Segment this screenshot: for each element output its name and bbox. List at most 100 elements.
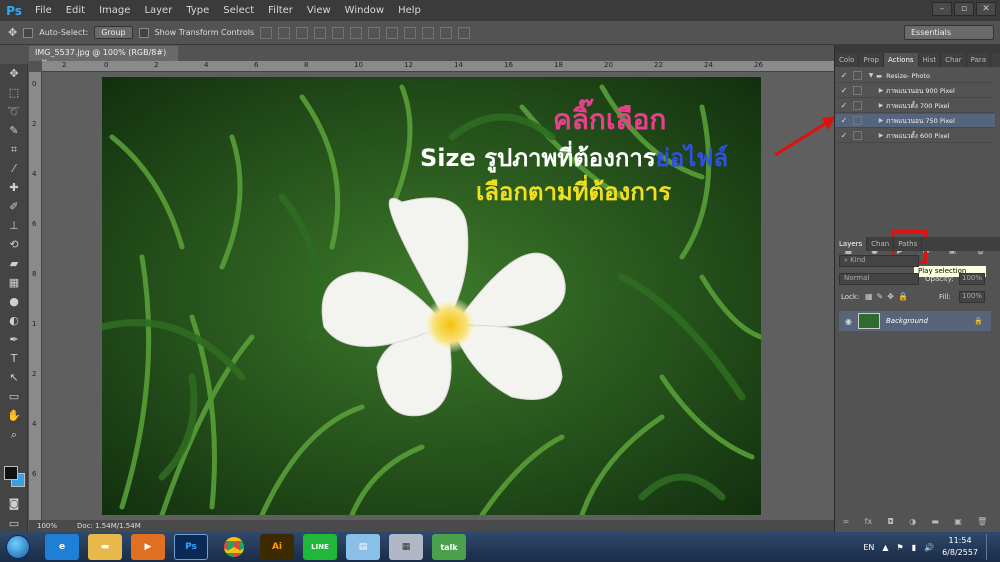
distribute-bottom-icon[interactable] (404, 26, 417, 39)
taskbar-illustrator[interactable]: Ai (260, 534, 294, 560)
tab-color[interactable]: Colo (835, 53, 860, 67)
filter-kind-dropdown[interactable]: ⌕ Kind (839, 255, 919, 267)
menu-file[interactable]: File (28, 0, 59, 21)
dialog-toggle-box[interactable] (853, 71, 862, 80)
show-desktop-button[interactable] (986, 534, 994, 560)
opacity-input[interactable]: 100% (959, 273, 985, 285)
taskbar-explorer[interactable]: ▬ (88, 534, 122, 560)
flag-icon[interactable]: ⚑ (897, 543, 904, 552)
blend-mode-dropdown[interactable]: Normal (839, 273, 919, 285)
document-tab[interactable]: IMG_5537.jpg @ 100% (RGB/8#) × (29, 46, 178, 66)
menu-layer[interactable]: Layer (137, 0, 179, 21)
tab-history[interactable]: Hist (919, 53, 942, 67)
fill-input[interactable]: 100% (959, 291, 985, 303)
eye-icon[interactable]: ◉ (845, 317, 852, 326)
menu-help[interactable]: Help (391, 0, 428, 21)
dialog-toggle-box[interactable] (853, 131, 862, 140)
dialog-toggle-box[interactable] (853, 101, 862, 110)
menu-view[interactable]: View (300, 0, 338, 21)
align-middle-icon[interactable] (278, 26, 291, 39)
align-center-icon[interactable] (332, 26, 345, 39)
auto-select-checkbox[interactable] (23, 27, 34, 38)
language-indicator[interactable]: EN (863, 543, 874, 552)
align-top-icon[interactable] (260, 26, 273, 39)
taskbar-notes[interactable]: ▤ (346, 534, 380, 560)
collapse-triangle-icon[interactable]: ▶ (876, 102, 886, 109)
align-bottom-icon[interactable] (296, 26, 309, 39)
tab-channels[interactable]: Chan (867, 237, 895, 251)
volume-icon[interactable]: 🔊 (924, 543, 934, 552)
workspace-switcher[interactable]: Essentials (904, 25, 994, 40)
distribute-middle-icon[interactable] (386, 26, 399, 39)
taskbar-chrome[interactable] (217, 534, 251, 560)
path-select-icon[interactable]: ↖ (0, 368, 28, 387)
layer-row-background[interactable]: ◉ Background 🔒 (839, 311, 991, 331)
action-row[interactable]: ✓ ▶ ภาพแนวตั้ง 600 Pixel (835, 129, 995, 143)
align-left-icon[interactable] (314, 26, 327, 39)
screen-mode-icon[interactable]: ▭ (0, 514, 28, 533)
lasso-icon[interactable]: ➰ (0, 102, 28, 121)
adjustment-icon[interactable]: ◑ (909, 517, 916, 529)
maximize-button[interactable]: ▫ (954, 2, 974, 16)
menu-edit[interactable]: Edit (59, 0, 92, 21)
stamp-icon[interactable]: ⊥ (0, 216, 28, 235)
action-set-row[interactable]: ✓ ▼ ▬ Resize- Photo (835, 69, 995, 83)
distribute-right-icon[interactable] (458, 26, 471, 39)
collapse-triangle-icon[interactable]: ▶ (876, 117, 886, 124)
dialog-toggle-box[interactable] (853, 86, 862, 95)
type-icon[interactable]: T (0, 349, 28, 368)
link-icon[interactable]: ∞ (843, 517, 850, 529)
dodge-icon[interactable]: ◐ (0, 311, 28, 330)
dialog-toggle-box[interactable] (853, 116, 862, 125)
transform-controls-checkbox[interactable] (138, 27, 149, 38)
clock[interactable]: 11:54 6/8/2557 (942, 535, 978, 559)
taskbar-photoshop[interactable]: Ps (174, 534, 208, 560)
taskbar-calculator[interactable]: ▦ (389, 534, 423, 560)
lock-options-icon[interactable]: ▦✎✥🔒 (865, 292, 912, 301)
action-row[interactable]: ✓ ▶ ภาพแนวตั้ง 700 Pixel (835, 99, 995, 113)
quick-mask-icon[interactable]: ◙ (0, 494, 28, 513)
taskbar-media-player[interactable]: ▶ (131, 534, 165, 560)
minimize-button[interactable]: – (932, 2, 952, 16)
menu-filter[interactable]: Filter (261, 0, 300, 21)
expand-triangle-icon[interactable]: ▼ (866, 72, 876, 79)
collapse-triangle-icon[interactable]: ▶ (876, 87, 886, 94)
check-icon[interactable]: ✓ (839, 116, 849, 125)
action-row[interactable]: ✓ ▶ ภาพแนวนอน 900 Pixel (835, 84, 995, 98)
align-right-icon[interactable] (350, 26, 363, 39)
network-icon[interactable]: ▮ (912, 543, 916, 552)
tab-actions[interactable]: Actions (883, 53, 919, 67)
group-icon[interactable]: ▬ (931, 517, 939, 529)
gradient-icon[interactable]: ▦ (0, 273, 28, 292)
shape-icon[interactable]: ▭ (0, 387, 28, 406)
tab-properties[interactable]: Prop (859, 53, 884, 67)
tab-layers[interactable]: Layers (835, 237, 868, 251)
healing-icon[interactable]: ✚ (0, 178, 28, 197)
history-brush-icon[interactable]: ⟲ (0, 235, 28, 254)
marquee-icon[interactable]: ⬚ (0, 83, 28, 102)
eyedropper-icon[interactable]: ⁄ (0, 159, 28, 178)
auto-select-dropdown[interactable]: Group (94, 26, 133, 39)
menu-type[interactable]: Type (179, 0, 216, 21)
blur-icon[interactable]: ● (0, 292, 28, 311)
collapse-triangle-icon[interactable]: ▶ (876, 132, 886, 139)
taskbar-talk[interactable]: talk (432, 534, 466, 560)
close-button[interactable]: ✕ (976, 2, 996, 16)
menu-image[interactable]: Image (92, 0, 137, 21)
tab-character[interactable]: Char (941, 53, 967, 67)
check-icon[interactable]: ✓ (839, 101, 849, 110)
distribute-center-icon[interactable] (440, 26, 453, 39)
trash-icon[interactable]: 🗑 (977, 517, 987, 529)
foreground-color-swatch[interactable] (4, 466, 18, 480)
hand-icon[interactable]: ✋ (0, 406, 28, 425)
zoom-icon[interactable]: ⌕ (0, 425, 28, 444)
action-row-selected[interactable]: ✓ ▶ ภาพแนวนอน 750 Pixel (835, 114, 995, 128)
move-tool-icon[interactable]: ✥ (8, 26, 17, 39)
taskbar-line[interactable]: LINE (303, 534, 337, 560)
tab-paths[interactable]: Paths (894, 237, 923, 251)
tab-paragraph[interactable]: Para (967, 53, 992, 67)
menu-window[interactable]: Window (338, 0, 391, 21)
crop-icon[interactable]: ⌗ (0, 140, 28, 159)
distribute-top-icon[interactable] (368, 26, 381, 39)
taskbar-ie[interactable]: e (45, 534, 79, 560)
